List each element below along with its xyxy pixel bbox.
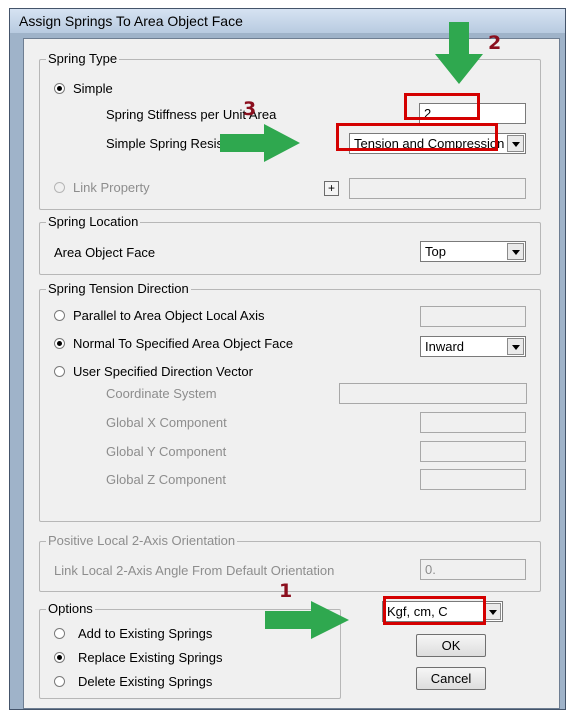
- parallel-input[interactable]: [420, 306, 526, 327]
- units-select[interactable]: Kgf, cm, C: [382, 601, 503, 622]
- normal-radio[interactable]: [54, 338, 65, 349]
- global-x-input[interactable]: [420, 412, 526, 433]
- annotation-number-2: 2: [488, 32, 502, 54]
- right-arrow-icon: [265, 601, 349, 639]
- down-arrow-icon: [435, 22, 483, 84]
- chevron-down-icon[interactable]: [507, 243, 524, 260]
- link-property-label: Link Property: [73, 180, 150, 195]
- tension-direction-legend: Spring Tension Direction: [46, 281, 191, 296]
- parallel-radio[interactable]: [54, 310, 65, 321]
- options-legend: Options: [46, 601, 95, 616]
- add-springs-radio[interactable]: [54, 628, 65, 639]
- global-y-input[interactable]: [420, 441, 526, 462]
- coordinate-system-input[interactable]: [339, 383, 527, 404]
- add-springs-label: Add to Existing Springs: [78, 626, 213, 641]
- link-property-input[interactable]: [349, 178, 526, 199]
- normal-label: Normal To Specified Area Object Face: [73, 336, 294, 351]
- spring-location-legend: Spring Location: [46, 214, 141, 229]
- local-axis-legend: Positive Local 2-Axis Orientation: [46, 533, 238, 548]
- global-x-label: Global X Component: [106, 415, 227, 430]
- delete-springs-label: Delete Existing Springs: [78, 674, 213, 689]
- resistance-value: Tension and Compression: [354, 136, 505, 151]
- chevron-down-icon[interactable]: [507, 338, 524, 355]
- parallel-label: Parallel to Area Object Local Axis: [73, 308, 265, 323]
- replace-springs-label: Replace Existing Springs: [78, 650, 223, 665]
- cancel-button[interactable]: Cancel: [416, 667, 486, 690]
- normal-direction-value: Inward: [425, 339, 465, 354]
- global-y-label: Global Y Component: [106, 444, 227, 459]
- area-face-select[interactable]: Top: [420, 241, 526, 262]
- units-value: Kgf, cm, C: [387, 604, 448, 619]
- chevron-down-icon[interactable]: [484, 603, 501, 620]
- resistance-select[interactable]: Tension and Compression: [349, 133, 526, 154]
- local-axis-angle-label: Link Local 2-Axis Angle From Default Ori…: [54, 563, 335, 578]
- window-title: Assign Springs To Area Object Face: [19, 13, 243, 29]
- annotation-number-3: 3: [243, 98, 257, 120]
- global-z-label: Global Z Component: [106, 472, 226, 487]
- global-z-input[interactable]: [420, 469, 526, 490]
- ok-button[interactable]: OK: [416, 634, 486, 657]
- simple-radio[interactable]: [54, 83, 65, 94]
- local-axis-angle-input[interactable]: 0.: [420, 559, 526, 580]
- link-property-radio[interactable]: [54, 182, 65, 193]
- replace-springs-radio[interactable]: [54, 652, 65, 663]
- delete-springs-radio[interactable]: [54, 676, 65, 687]
- chevron-down-icon[interactable]: [507, 135, 524, 152]
- right-arrow-icon: [220, 124, 300, 162]
- user-vector-label: User Specified Direction Vector: [73, 364, 253, 379]
- annotation-number-1: 1: [279, 580, 293, 602]
- simple-label: Simple: [73, 81, 113, 96]
- area-face-value: Top: [425, 244, 446, 259]
- normal-direction-select[interactable]: Inward: [420, 336, 526, 357]
- area-face-label: Area Object Face: [54, 245, 156, 260]
- user-vector-radio[interactable]: [54, 366, 65, 377]
- resistance-label: Simple Spring Resistance: [106, 136, 222, 151]
- stiffness-input[interactable]: 2: [419, 103, 526, 124]
- coordinate-system-label: Coordinate System: [106, 386, 217, 401]
- link-property-plus-button[interactable]: +: [324, 181, 339, 196]
- spring-type-legend: Spring Type: [46, 51, 120, 66]
